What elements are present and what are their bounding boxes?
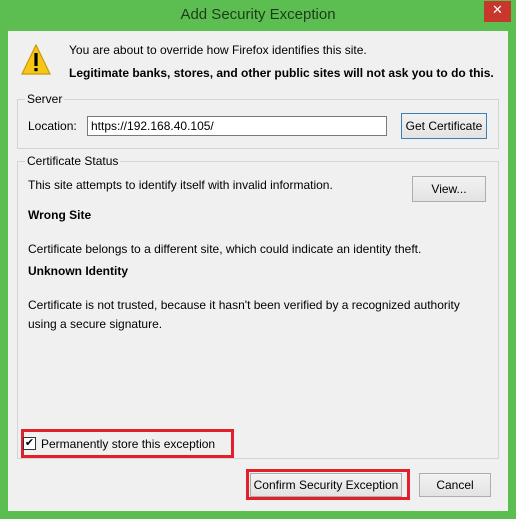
cancel-button[interactable]: Cancel [419,473,491,497]
permanent-store-checkbox[interactable]: ✔ [23,437,36,450]
close-icon: ✕ [492,3,503,18]
unknown-identity-text: Certificate is not trusted, because it h… [28,298,460,312]
server-group: Server Location: https://192.168.40.105/… [17,92,499,149]
warning-bold-text: Legitimate banks, stores, and other publ… [69,66,494,80]
certificate-status-label: Certificate Status [25,154,121,168]
warning-text: You are about to override how Firefox id… [69,43,367,57]
close-button[interactable]: ✕ [484,1,511,22]
wrong-site-heading: Wrong Site [28,208,92,222]
status-intro-text: This site attempts to identify itself wi… [28,178,333,192]
unknown-identity-text-2: using a secure signature. [28,317,163,331]
dialog-window: Add Security Exception ✕ You are about t… [0,0,516,519]
certificate-status-group: Certificate Status This site attempts to… [17,154,499,459]
window-title: Add Security Exception [180,6,336,23]
permanent-store-label[interactable]: Permanently store this exception [41,437,215,451]
warning-icon [21,44,51,75]
location-input[interactable]: https://192.168.40.105/ [87,116,387,136]
dialog-body: You are about to override how Firefox id… [8,31,508,511]
view-button[interactable]: View... [412,176,486,202]
get-certificate-button[interactable]: Get Certificate [401,113,487,139]
unknown-identity-heading: Unknown Identity [28,264,128,278]
title-bar[interactable]: Add Security Exception ✕ [0,0,516,33]
wrong-site-text: Certificate belongs to a different site,… [28,242,422,256]
location-label: Location: [28,119,77,133]
confirm-security-exception-button[interactable]: Confirm Security Exception [250,473,402,497]
server-group-label: Server [25,92,65,106]
